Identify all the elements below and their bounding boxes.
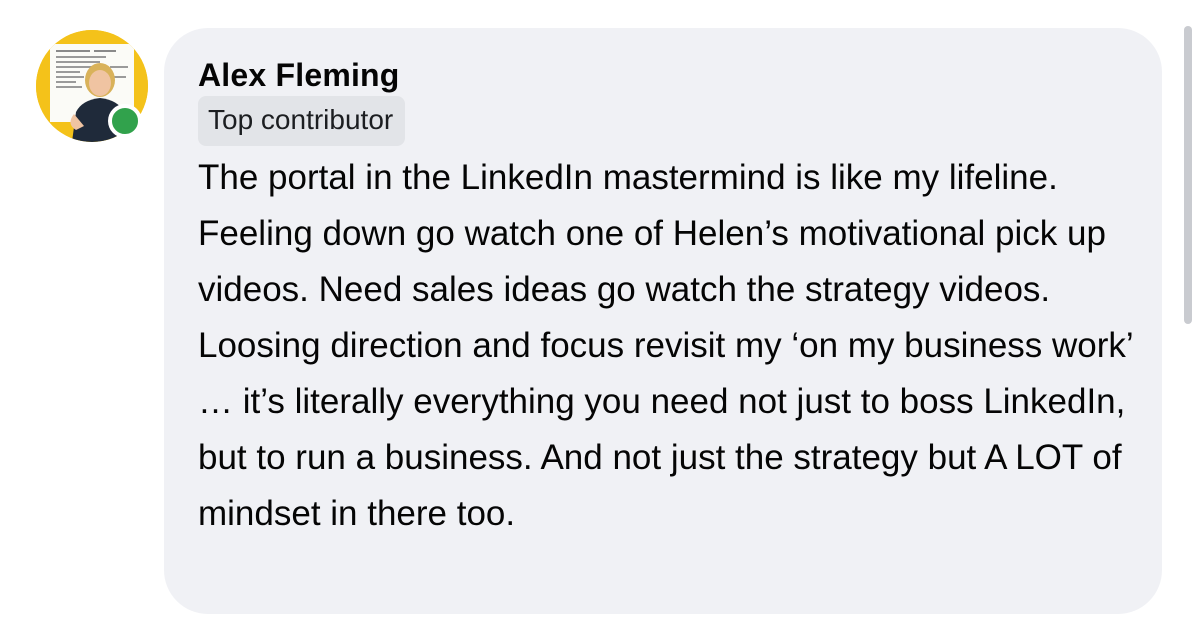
top-contributor-badge: Top contributor <box>198 96 406 146</box>
author-name[interactable]: Alex Fleming <box>198 56 1128 94</box>
avatar-container[interactable] <box>36 30 148 142</box>
comment-bubble: Alex Fleming Top contributor The portal … <box>164 28 1162 614</box>
comment-text: The portal in the LinkedIn mastermind is… <box>198 158 1133 533</box>
comment-page: Alex Fleming Top contributor The portal … <box>0 0 1200 624</box>
scrollbar[interactable] <box>1184 26 1192 324</box>
online-dot-icon <box>108 104 142 138</box>
